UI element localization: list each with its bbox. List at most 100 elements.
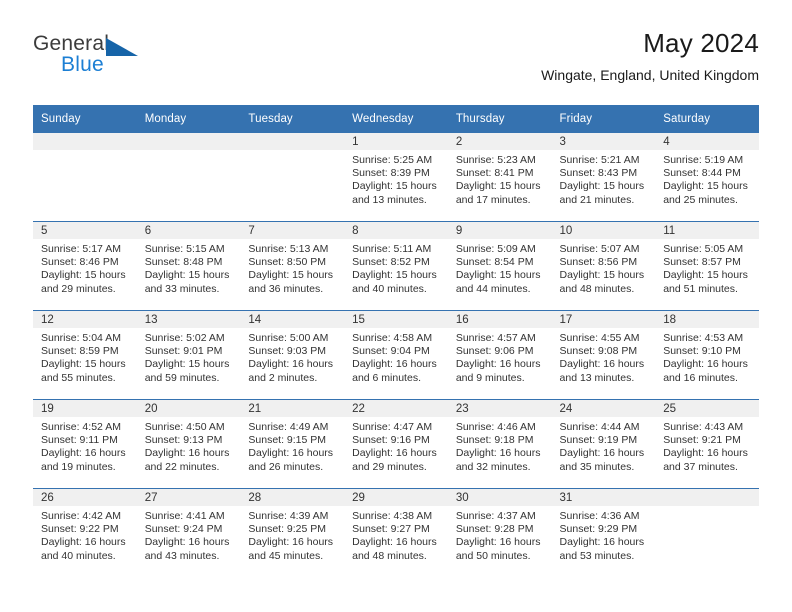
day-details: Sunrise: 5:25 AM Sunset: 8:39 PM Daylight:… xyxy=(344,150,448,207)
day-number: 27 xyxy=(136,489,241,506)
day-number: 23 xyxy=(447,400,552,417)
day-cell[interactable]: 9 Sunrise: 5:09 AM Sunset: 8:54 PM Daylight… xyxy=(447,221,552,311)
day-cell[interactable]: 19 Sunrise: 4:52 AM Sunset: 9:11 PM Dayligh… xyxy=(33,399,137,489)
day-number: 2 xyxy=(447,133,552,150)
weekday-header-tuesday: Tuesday xyxy=(240,105,345,133)
day-cell[interactable]: 13 Sunrise: 5:02 AM Sunset: 9:01 PM Dayligh… xyxy=(136,310,241,400)
day-cell[interactable]: 27 Sunrise: 4:41 AM Sunset: 9:24 PM Dayligh… xyxy=(136,488,241,577)
sunset-text: Sunset: 9:25 PM xyxy=(248,523,327,536)
sunset-text: Sunset: 9:13 PM xyxy=(144,434,223,447)
sunset-text: Sunset: 8:41 PM xyxy=(455,167,534,180)
daylight-text-line2: and 13 minutes. xyxy=(559,371,635,384)
day-cell[interactable]: 3 Sunrise: 5:21 AM Sunset: 8:43 PM Daylight… xyxy=(551,133,656,222)
daylight-text-line1: Daylight: 15 hours xyxy=(248,269,334,282)
day-cell[interactable] xyxy=(33,133,137,222)
daylight-text-line1: Daylight: 15 hours xyxy=(663,180,748,193)
day-details: Sunrise: 5:15 AM Sunset: 8:48 PM Daylight:… xyxy=(137,239,241,296)
day-cell[interactable]: 11 Sunrise: 5:05 AM Sunset: 8:57 PM Dayligh… xyxy=(655,221,759,311)
day-cell[interactable] xyxy=(655,488,759,577)
day-number: 13 xyxy=(136,311,241,328)
sunset-text: Sunset: 9:19 PM xyxy=(559,434,638,447)
sunrise-text: Sunrise: 4:49 AM xyxy=(248,421,329,433)
day-number: 30 xyxy=(447,489,552,506)
sunrise-text: Sunrise: 4:38 AM xyxy=(352,510,433,522)
day-cell[interactable]: 5 Sunrise: 5:17 AM Sunset: 8:46 PM Daylight… xyxy=(33,221,137,311)
day-cell[interactable] xyxy=(136,133,241,222)
day-cell[interactable]: 29 Sunrise: 4:38 AM Sunset: 9:27 PM Dayligh… xyxy=(344,488,448,577)
daylight-text-line2: and 32 minutes. xyxy=(455,460,531,473)
day-cell[interactable]: 8 Sunrise: 5:11 AM Sunset: 8:52 PM Daylight… xyxy=(344,221,448,311)
sunset-text: Sunset: 9:27 PM xyxy=(352,523,430,536)
day-cell[interactable]: 22 Sunrise: 4:47 AM Sunset: 9:16 PM Dayligh… xyxy=(344,399,448,489)
day-cell[interactable]: 7 Sunrise: 5:13 AM Sunset: 8:50 PM Daylight… xyxy=(240,221,345,311)
day-number: 25 xyxy=(655,400,759,417)
daylight-text-line2: and 40 minutes. xyxy=(41,549,116,562)
day-cell[interactable]: 20 Sunrise: 4:50 AM Sunset: 9:13 PM Dayligh… xyxy=(136,399,241,489)
page-subtitle: Wingate, England, United Kingdom xyxy=(541,67,759,83)
day-number: 6 xyxy=(136,222,241,239)
sunset-text: Sunset: 8:54 PM xyxy=(455,256,534,269)
sunset-text: Sunset: 9:03 PM xyxy=(248,345,327,358)
page-header: General Blue May 2024 Wingate, England, … xyxy=(33,28,759,98)
daylight-text-line1: Daylight: 16 hours xyxy=(41,536,126,549)
sunrise-text: Sunrise: 4:44 AM xyxy=(559,421,640,433)
daylight-text-line1: Daylight: 15 hours xyxy=(663,269,748,282)
day-cell[interactable]: 28 Sunrise: 4:39 AM Sunset: 9:25 PM Dayligh… xyxy=(240,488,345,577)
sunset-text: Sunset: 9:08 PM xyxy=(559,345,638,358)
day-cell[interactable]: 10 Sunrise: 5:07 AM Sunset: 8:56 PM Dayligh… xyxy=(551,221,656,311)
daylight-text-line2: and 2 minutes. xyxy=(248,371,318,384)
day-cell[interactable]: 17 Sunrise: 4:55 AM Sunset: 9:08 PM Dayligh… xyxy=(551,310,656,400)
day-cell[interactable]: 12 Sunrise: 5:04 AM Sunset: 8:59 PM Dayligh… xyxy=(33,310,137,400)
day-details xyxy=(655,506,759,510)
day-number: 11 xyxy=(655,222,759,239)
day-cell[interactable]: 14 Sunrise: 5:00 AM Sunset: 9:03 PM Dayligh… xyxy=(240,310,345,400)
day-cell[interactable]: 31 Sunrise: 4:36 AM Sunset: 9:29 PM Dayligh… xyxy=(551,488,656,577)
sunrise-text: Sunrise: 5:25 AM xyxy=(352,154,433,166)
day-cell[interactable]: 30 Sunrise: 4:37 AM Sunset: 9:28 PM Dayligh… xyxy=(447,488,552,577)
sunset-text: Sunset: 8:39 PM xyxy=(352,167,430,180)
sunrise-text: Sunrise: 5:15 AM xyxy=(144,243,225,255)
day-details: Sunrise: 4:47 AM Sunset: 9:16 PM Daylight:… xyxy=(344,417,448,474)
sunrise-text: Sunrise: 5:19 AM xyxy=(663,154,744,166)
day-details: Sunrise: 4:44 AM Sunset: 9:19 PM Daylight:… xyxy=(552,417,656,474)
daylight-text-line1: Daylight: 16 hours xyxy=(455,358,541,371)
day-cell[interactable]: 4 Sunrise: 5:19 AM Sunset: 8:44 PM Daylight… xyxy=(655,133,759,222)
day-cell[interactable]: 6 Sunrise: 5:15 AM Sunset: 8:48 PM Daylight… xyxy=(136,221,241,311)
day-details: Sunrise: 5:19 AM Sunset: 8:44 PM Daylight:… xyxy=(655,150,759,207)
sunset-text: Sunset: 9:01 PM xyxy=(144,345,223,358)
week-row: 26 Sunrise: 4:42 AM Sunset: 9:22 PM Dayligh… xyxy=(33,488,759,577)
title-block: May 2024 Wingate, England, United Kingdo… xyxy=(541,28,759,83)
sunset-text: Sunset: 9:04 PM xyxy=(352,345,430,358)
day-cell[interactable]: 25 Sunrise: 4:43 AM Sunset: 9:21 PM Dayligh… xyxy=(655,399,759,489)
day-number: 20 xyxy=(136,400,241,417)
daylight-text-line1: Daylight: 16 hours xyxy=(248,447,334,460)
day-cell[interactable]: 2 Sunrise: 5:23 AM Sunset: 8:41 PM Daylight… xyxy=(447,133,552,222)
calendar-page: General Blue May 2024 Wingate, England, … xyxy=(0,0,792,612)
daylight-text-line1: Daylight: 16 hours xyxy=(352,358,437,371)
day-details: Sunrise: 4:50 AM Sunset: 9:13 PM Daylight:… xyxy=(137,417,241,474)
weekday-header-friday: Friday xyxy=(551,105,656,133)
day-cell[interactable]: 23 Sunrise: 4:46 AM Sunset: 9:18 PM Dayligh… xyxy=(447,399,552,489)
daylight-text-line2: and 35 minutes. xyxy=(559,460,635,473)
day-number xyxy=(655,489,759,506)
daylight-text-line2: and 25 minutes. xyxy=(663,193,738,206)
day-cell[interactable]: 24 Sunrise: 4:44 AM Sunset: 9:19 PM Dayligh… xyxy=(551,399,656,489)
daylight-text-line1: Daylight: 15 hours xyxy=(41,358,126,371)
day-cell[interactable] xyxy=(240,133,345,222)
day-cell[interactable]: 16 Sunrise: 4:57 AM Sunset: 9:06 PM Dayligh… xyxy=(447,310,552,400)
day-cell[interactable]: 21 Sunrise: 4:49 AM Sunset: 9:15 PM Dayligh… xyxy=(240,399,345,489)
day-cell[interactable]: 18 Sunrise: 4:53 AM Sunset: 9:10 PM Dayligh… xyxy=(655,310,759,400)
daylight-text-line1: Daylight: 15 hours xyxy=(455,180,541,193)
daylight-text-line1: Daylight: 15 hours xyxy=(144,269,230,282)
day-cell[interactable]: 1 Sunrise: 5:25 AM Sunset: 8:39 PM Daylight… xyxy=(344,133,448,222)
sunrise-text: Sunrise: 5:02 AM xyxy=(144,332,225,344)
sunrise-text: Sunrise: 5:05 AM xyxy=(663,243,744,255)
day-number: 31 xyxy=(551,489,656,506)
day-number: 28 xyxy=(240,489,345,506)
day-number: 24 xyxy=(551,400,656,417)
sunset-text: Sunset: 9:21 PM xyxy=(663,434,741,447)
day-cell[interactable]: 15 Sunrise: 4:58 AM Sunset: 9:04 PM Dayligh… xyxy=(344,310,448,400)
sunset-text: Sunset: 8:56 PM xyxy=(559,256,638,269)
day-cell[interactable]: 26 Sunrise: 4:42 AM Sunset: 9:22 PM Dayligh… xyxy=(33,488,137,577)
sunrise-text: Sunrise: 4:50 AM xyxy=(144,421,225,433)
